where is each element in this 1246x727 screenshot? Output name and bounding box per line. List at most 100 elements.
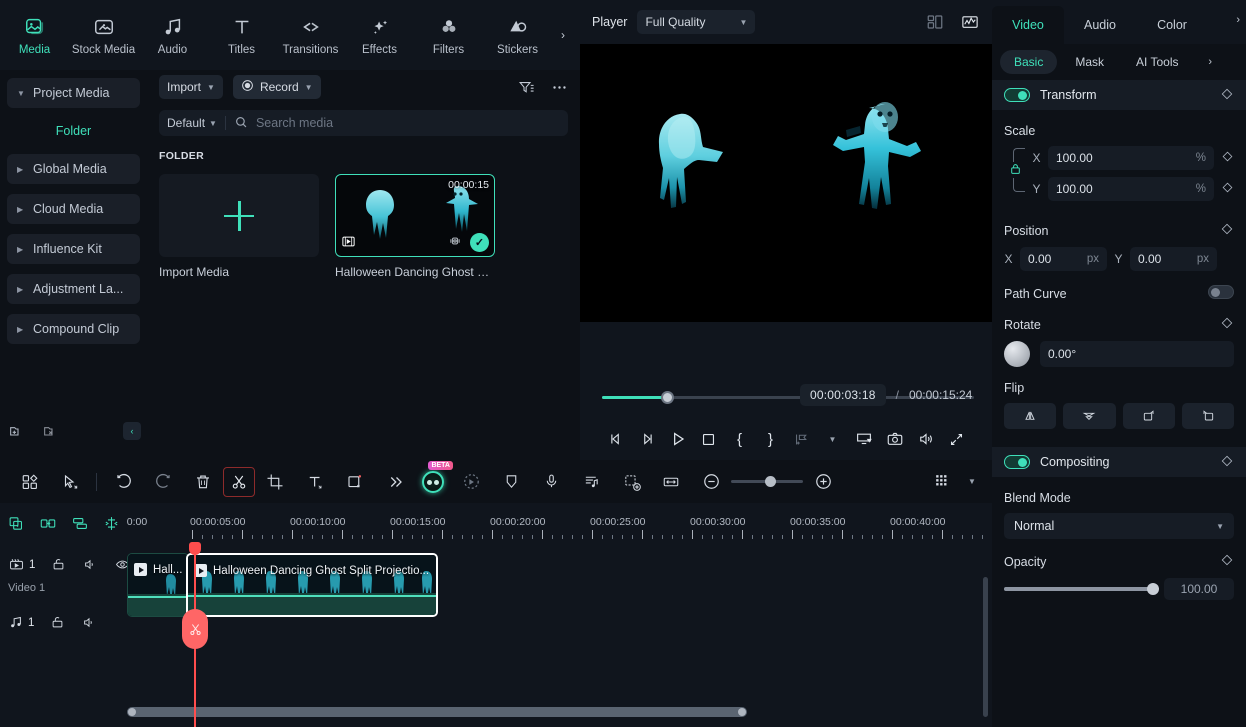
mark-out-button[interactable]: } bbox=[755, 425, 786, 453]
sidebar-item-compound-clip[interactable]: ▶ Compound Clip bbox=[7, 314, 140, 344]
media-card-thumb[interactable]: 00:00:15 ✓ bbox=[335, 174, 495, 257]
rotate-keyframe-icon[interactable] bbox=[1220, 316, 1234, 333]
scrubber-handle[interactable] bbox=[661, 391, 674, 404]
grid-layout-icon[interactable] bbox=[926, 13, 944, 31]
select-tool-icon[interactable] bbox=[50, 467, 90, 497]
sidebar-item-global-media[interactable]: ▶ Global Media bbox=[7, 154, 140, 184]
tab-audio[interactable]: Audio bbox=[1064, 6, 1136, 44]
next-frame-button[interactable] bbox=[631, 425, 662, 453]
group-icon[interactable] bbox=[71, 515, 89, 532]
add-track-icon[interactable] bbox=[8, 515, 25, 532]
undo-icon[interactable] bbox=[103, 467, 143, 497]
zoom-slider[interactable] bbox=[731, 476, 803, 487]
track-mute-icon[interactable] bbox=[81, 615, 97, 630]
nav-more-icon[interactable]: › bbox=[552, 24, 574, 46]
search-input[interactable] bbox=[255, 116, 560, 130]
sidebar-item-adjustment-layer[interactable]: ▶ Adjustment La... bbox=[7, 274, 140, 304]
zoom-in-icon[interactable] bbox=[803, 467, 843, 497]
split-icon[interactable] bbox=[223, 466, 255, 497]
mic-icon[interactable] bbox=[531, 467, 571, 497]
path-curve-toggle[interactable] bbox=[1208, 285, 1234, 299]
tabs-next-icon[interactable]: › bbox=[1236, 14, 1240, 26]
mark-in-button[interactable]: { bbox=[724, 425, 755, 453]
playhead-split-button[interactable] bbox=[182, 609, 208, 649]
timeline-playhead[interactable] bbox=[182, 542, 208, 727]
position-x-input[interactable]: 0.00 px bbox=[1020, 247, 1107, 271]
record-button[interactable]: Record ▼ bbox=[232, 75, 321, 99]
mask-icon[interactable] bbox=[335, 467, 375, 497]
scale-y-input[interactable]: 100.00 % bbox=[1048, 177, 1214, 201]
marker-dropdown-button[interactable]: ▼ bbox=[817, 425, 848, 453]
transform-toggle[interactable] bbox=[1004, 88, 1030, 102]
volume-button[interactable] bbox=[910, 425, 941, 453]
scale-y-keyframe-icon[interactable] bbox=[1221, 181, 1234, 197]
new-folder-icon[interactable] bbox=[8, 423, 24, 439]
fit-timeline-icon[interactable] bbox=[651, 467, 691, 497]
scale-link-lock[interactable] bbox=[1004, 148, 1026, 206]
nav-tab-media[interactable]: Media bbox=[0, 4, 69, 66]
shield-icon[interactable] bbox=[491, 467, 531, 497]
link-icon[interactable] bbox=[39, 515, 57, 532]
subtabs-next-icon[interactable]: › bbox=[1208, 56, 1212, 68]
compositing-keyframe-icon[interactable] bbox=[1220, 454, 1234, 471]
snapshot-button[interactable] bbox=[879, 425, 910, 453]
fullscreen-button[interactable] bbox=[941, 425, 972, 453]
blend-mode-select[interactable]: Normal ▼ bbox=[1004, 513, 1234, 539]
crop-icon[interactable] bbox=[255, 467, 295, 497]
scope-waveform-icon[interactable] bbox=[960, 13, 980, 31]
transform-keyframe-icon[interactable] bbox=[1220, 87, 1234, 104]
filter-icon[interactable] bbox=[518, 79, 535, 96]
import-button[interactable]: Import ▼ bbox=[159, 75, 223, 99]
nav-tab-stickers[interactable]: Stickers bbox=[483, 4, 552, 66]
track-lock-icon[interactable] bbox=[51, 557, 66, 572]
rotate-left-button[interactable] bbox=[1181, 403, 1234, 429]
layout-icon[interactable] bbox=[10, 467, 50, 497]
sidebar-item-cloud-media[interactable]: ▶ Cloud Media bbox=[7, 194, 140, 224]
rotate-right-button[interactable] bbox=[1122, 403, 1175, 429]
nav-tab-stock-media[interactable]: Stock Media bbox=[69, 4, 138, 66]
tab-video[interactable]: Video bbox=[992, 6, 1064, 44]
ai-avatar-icon[interactable]: BETA bbox=[415, 460, 453, 497]
text-icon[interactable] bbox=[295, 467, 335, 497]
position-keyframe-icon[interactable] bbox=[1220, 222, 1234, 239]
scale-x-keyframe-icon[interactable] bbox=[1221, 150, 1234, 166]
sidebar-collapse-button[interactable]: ‹ bbox=[123, 422, 141, 440]
sidebar-item-project-media[interactable]: ▼ Project Media bbox=[7, 78, 140, 108]
opacity-slider[interactable] bbox=[1004, 583, 1159, 595]
timeline-ruler[interactable]: :00:00 00:00:05:00 00:00:10:00 00:00:15:00 0… bbox=[127, 503, 992, 543]
chroma-key-icon[interactable] bbox=[611, 467, 651, 497]
import-media-thumb[interactable] bbox=[159, 174, 319, 257]
flip-horizontal-button[interactable] bbox=[1004, 403, 1057, 429]
track-mute-icon[interactable] bbox=[82, 557, 98, 572]
prev-frame-button[interactable] bbox=[600, 425, 631, 453]
grid-view-icon[interactable] bbox=[922, 467, 962, 497]
subtab-mask[interactable]: Mask bbox=[1061, 50, 1118, 74]
player-quality-dropdown[interactable]: Full Quality ▼ bbox=[637, 10, 756, 34]
timeline-horizontal-scrollbar[interactable] bbox=[127, 707, 747, 717]
nav-tab-filters[interactable]: Filters bbox=[414, 4, 483, 66]
sort-dropdown[interactable]: Default ▼ bbox=[167, 116, 217, 130]
nav-tab-audio[interactable]: Audio bbox=[138, 4, 207, 66]
ai-loading-icon[interactable] bbox=[451, 467, 491, 497]
nav-tab-transitions[interactable]: Transitions bbox=[276, 4, 345, 66]
delete-folder-icon[interactable] bbox=[42, 423, 58, 439]
nav-tab-effects[interactable]: Effects bbox=[345, 4, 414, 66]
tab-color[interactable]: Color bbox=[1136, 6, 1208, 44]
delete-icon[interactable] bbox=[183, 467, 223, 497]
sidebar-item-folder[interactable]: Folder bbox=[7, 118, 140, 144]
timeline-vertical-scrollbar[interactable] bbox=[983, 577, 988, 717]
lock-icon[interactable] bbox=[1009, 162, 1022, 178]
media-card[interactable]: 00:00:15 ✓ Halloween Dancing Ghost S... bbox=[335, 174, 495, 279]
magnet-icon[interactable] bbox=[103, 515, 120, 532]
track-lock-icon[interactable] bbox=[50, 615, 65, 630]
opacity-input[interactable]: 100.00 bbox=[1164, 578, 1234, 600]
scale-x-input[interactable]: 100.00 % bbox=[1048, 146, 1214, 170]
display-mode-button[interactable] bbox=[848, 425, 879, 453]
more-options-icon[interactable] bbox=[551, 79, 568, 96]
beat-detect-icon[interactable] bbox=[571, 467, 611, 497]
opacity-keyframe-icon[interactable] bbox=[1220, 553, 1234, 570]
import-media-card[interactable]: Import Media bbox=[159, 174, 319, 279]
add-marker-button[interactable] bbox=[786, 425, 817, 453]
grid-dropdown-icon[interactable]: ▼ bbox=[962, 467, 982, 497]
sidebar-item-influence-kit[interactable]: ▶ Influence Kit bbox=[7, 234, 140, 264]
